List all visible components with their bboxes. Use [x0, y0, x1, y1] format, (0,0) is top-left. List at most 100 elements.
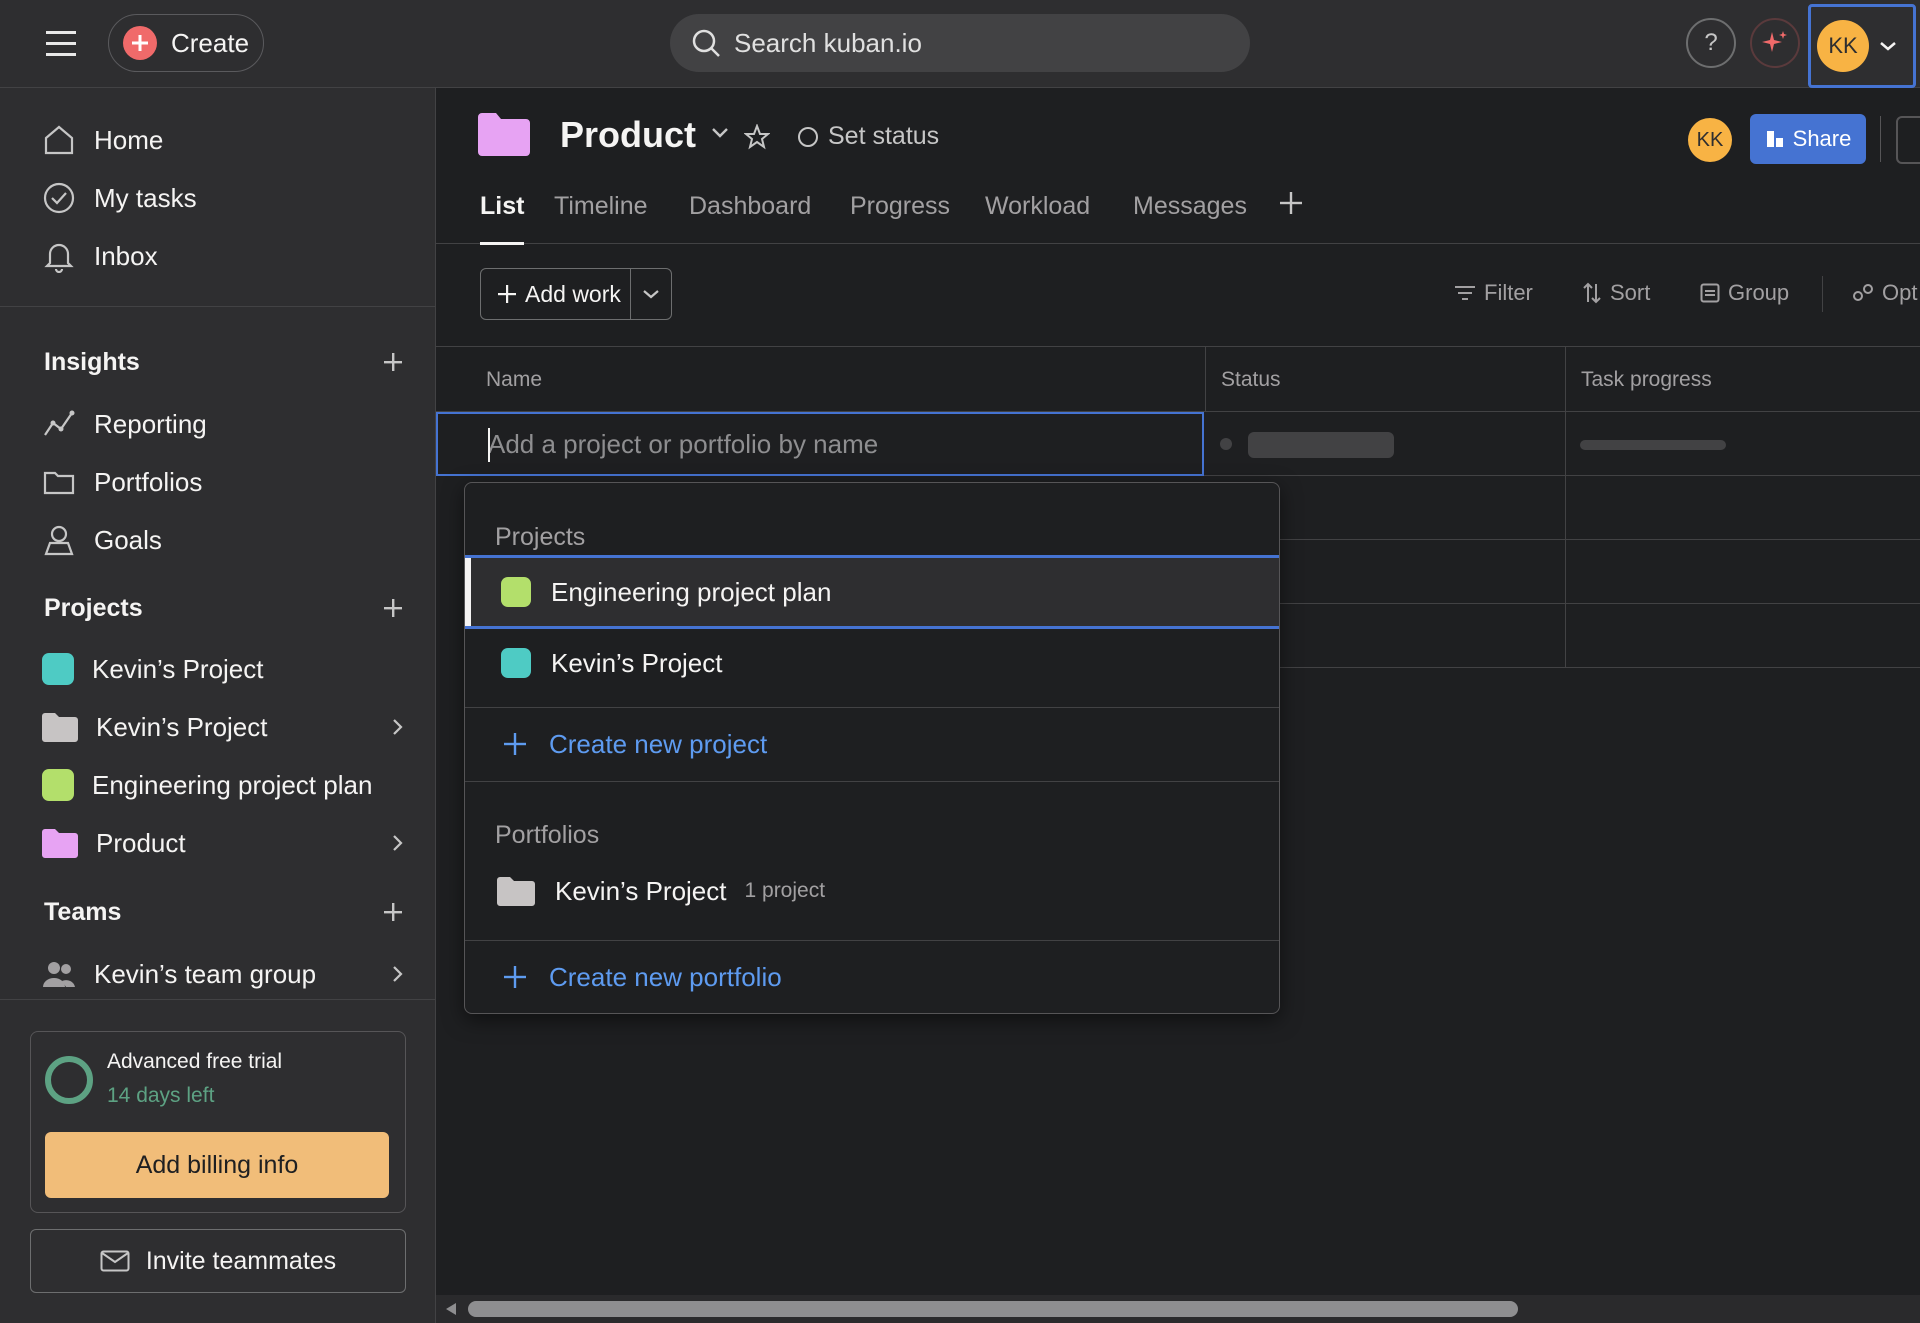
- tab-timeline[interactable]: Timeline: [554, 182, 648, 244]
- input-placeholder: Add a project or portfolio by name: [488, 428, 879, 459]
- folder-icon: [497, 876, 535, 906]
- chevron-right-icon[interactable]: [390, 964, 404, 984]
- chevron-right-icon[interactable]: [390, 717, 404, 737]
- sidebar-item-portfolios[interactable]: Portfolios: [42, 458, 202, 506]
- sparkle-icon: [1760, 28, 1790, 58]
- suggestion-engineering-project-plan[interactable]: Engineering project plan: [465, 555, 1279, 629]
- sidebar-item-label: My tasks: [94, 182, 197, 213]
- page-title: Product: [560, 114, 697, 155]
- trial-days-left: 14 days left: [107, 1084, 215, 1107]
- tab-dashboard[interactable]: Dashboard: [689, 182, 811, 244]
- account-menu-button[interactable]: KK: [1808, 4, 1916, 88]
- status-placeholder-dot: [1220, 438, 1232, 450]
- tab-bar: List Timeline Dashboard Progress Workloa…: [436, 182, 1920, 245]
- ai-sparkle-button[interactable]: [1750, 18, 1800, 68]
- tab-progress[interactable]: Progress: [850, 182, 950, 244]
- chevron-down-icon: [642, 288, 660, 300]
- create-label: Create: [171, 27, 250, 58]
- share-label: Share: [1792, 126, 1852, 151]
- add-project-icon[interactable]: [382, 597, 404, 619]
- add-work-dropdown[interactable]: [631, 269, 671, 319]
- column-header-name[interactable]: Name: [486, 347, 542, 413]
- chevron-right-icon[interactable]: [390, 833, 404, 853]
- add-work-label: Add work: [525, 280, 621, 307]
- add-work-button[interactable]: Add work: [481, 269, 632, 319]
- invite-label: Invite teammates: [145, 1246, 337, 1275]
- customize-icon[interactable]: [1896, 116, 1920, 164]
- insights-header: Insights: [44, 342, 404, 382]
- scrollbar-thumb[interactable]: [468, 1301, 1518, 1317]
- portfolios-section-header: Portfolios: [495, 821, 600, 849]
- suggestion-label: Kevin’s Project: [555, 875, 727, 906]
- suggestion-portfolio-kevins-project[interactable]: Kevin’s Project 1 project: [465, 859, 1279, 923]
- menu-icon[interactable]: [42, 26, 80, 62]
- chart-line-icon: [42, 407, 76, 441]
- tab-list[interactable]: List: [480, 182, 525, 245]
- filter-button[interactable]: Filter: [1454, 280, 1533, 306]
- invite-teammates-button[interactable]: Invite teammates: [30, 1229, 406, 1293]
- sidebar-item-label: Engineering project plan: [92, 769, 373, 800]
- share-button[interactable]: Share: [1750, 114, 1866, 164]
- divider: [465, 940, 1279, 941]
- sidebar-item-my-tasks[interactable]: My tasks: [42, 174, 197, 222]
- sidebar-project-engineering-plan[interactable]: Engineering project plan: [42, 761, 404, 809]
- sort-button[interactable]: Sort: [1582, 280, 1650, 306]
- member-avatar[interactable]: KK: [1688, 118, 1732, 162]
- tab-workload[interactable]: Workload: [985, 182, 1090, 244]
- sidebar-portfolio-product[interactable]: Product: [42, 819, 404, 867]
- search-input[interactable]: Search kuban.io: [670, 14, 1250, 72]
- filter-icon: [1454, 284, 1476, 302]
- sidebar-team-kevins-team[interactable]: Kevin’s team group: [42, 950, 404, 998]
- project-folder-icon: [478, 112, 530, 156]
- divider: [465, 707, 1279, 708]
- scroll-left-icon[interactable]: [444, 1301, 458, 1317]
- horizontal-scrollbar[interactable]: [436, 1295, 1920, 1323]
- suggestion-kevins-project[interactable]: Kevin’s Project: [465, 629, 1279, 697]
- sidebar-item-home[interactable]: Home: [42, 116, 163, 164]
- sidebar-item-label: Kevin’s Project: [92, 653, 264, 684]
- create-new-project-button[interactable]: Create new project: [465, 709, 1279, 779]
- sidebar-item-label: Home: [94, 124, 164, 155]
- avatar: KK: [1817, 20, 1869, 72]
- teams-title: Teams: [44, 897, 122, 926]
- add-work-button-group: Add work: [480, 268, 672, 320]
- projects-header: Projects: [44, 588, 404, 628]
- portfolio-project-count: 1 project: [744, 879, 826, 902]
- help-button[interactable]: ?: [1686, 18, 1736, 68]
- star-icon[interactable]: [744, 124, 770, 150]
- chevron-down-icon[interactable]: [710, 126, 730, 140]
- add-billing-button[interactable]: Add billing info: [45, 1132, 389, 1198]
- add-insight-icon[interactable]: [382, 351, 404, 373]
- search-icon: [690, 27, 722, 59]
- group-button[interactable]: Group: [1700, 280, 1789, 306]
- sidebar-item-reporting[interactable]: Reporting: [42, 400, 207, 448]
- sidebar-item-label: Kevin’s Project: [96, 711, 268, 742]
- sidebar-portfolio-kevins-project[interactable]: Kevin’s Project: [42, 703, 404, 751]
- sidebar-item-goals[interactable]: Goals: [42, 516, 162, 564]
- folder-icon: [42, 465, 76, 499]
- options-icon: [1852, 283, 1874, 303]
- progress-placeholder-bar: [1580, 440, 1726, 450]
- add-tab-icon[interactable]: [1278, 190, 1304, 216]
- create-new-portfolio-button[interactable]: Create new portfolio: [465, 942, 1279, 1012]
- sidebar-item-label: Portfolios: [94, 466, 203, 497]
- options-button[interactable]: Opt: [1852, 280, 1917, 306]
- projects-title: Projects: [44, 593, 143, 622]
- sidebar-project-kevins-project[interactable]: Kevin’s Project: [42, 645, 404, 693]
- sort-label: Sort: [1610, 280, 1651, 305]
- add-team-icon[interactable]: [382, 901, 404, 923]
- set-status-button[interactable]: Set status: [796, 122, 939, 151]
- trial-title: Advanced free trial: [107, 1050, 283, 1073]
- sidebar: Home My tasks Inbox Insights Reporting P…: [0, 88, 436, 1323]
- mail-icon: [100, 1250, 130, 1272]
- text-caret: [488, 428, 490, 462]
- check-circle-icon: [42, 181, 76, 215]
- create-button[interactable]: Create: [108, 14, 264, 72]
- tab-messages[interactable]: Messages: [1133, 182, 1247, 244]
- column-header-status[interactable]: Status: [1221, 347, 1281, 413]
- sidebar-item-inbox[interactable]: Inbox: [42, 232, 158, 280]
- teams-header: Teams: [44, 892, 404, 932]
- divider: [1880, 116, 1881, 162]
- add-project-input[interactable]: Add a project or portfolio by name: [436, 412, 1204, 476]
- column-header-task-progress[interactable]: Task progress: [1581, 347, 1712, 413]
